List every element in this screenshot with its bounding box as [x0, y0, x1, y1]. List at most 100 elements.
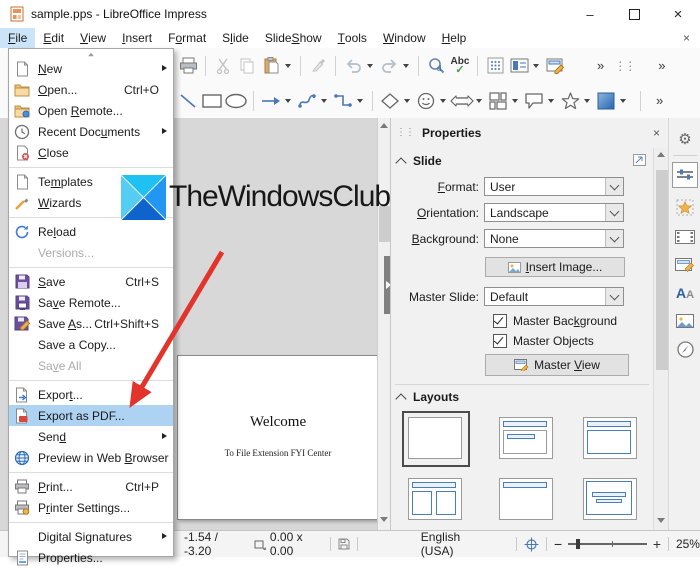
fit-slide-icon[interactable]	[524, 537, 539, 552]
save-status-icon[interactable]	[338, 538, 350, 550]
lines-arrows-dropdown-icon[interactable]	[285, 98, 291, 103]
master-objects-checkbox[interactable]: Master Objects	[487, 334, 594, 348]
close-document-icon[interactable]: ×	[673, 28, 700, 48]
menu-slide[interactable]: Sl ide	[214, 28, 257, 48]
stars-banners-dropdown-icon[interactable]	[584, 98, 590, 103]
symbol-shapes-dropdown-icon[interactable]	[440, 98, 446, 103]
scroll-up-icon[interactable]	[657, 152, 665, 160]
menu-format[interactable]: Fo rmat	[160, 28, 214, 48]
menu-item-open[interactable]: Open... Ctrl+O	[9, 79, 173, 100]
minimize-button[interactable]: –	[568, 0, 612, 28]
curve-dropdown-icon[interactable]	[321, 98, 327, 103]
toolbar2-overflow-icon[interactable]: »	[654, 58, 669, 73]
paste-dropdown-icon[interactable]	[285, 63, 291, 68]
tab-animation[interactable]	[669, 224, 700, 250]
layout-centered-text[interactable]	[583, 478, 637, 520]
layout-two-content[interactable]	[408, 478, 462, 520]
toolbar-overflow-icon[interactable]: »	[593, 58, 608, 73]
zoom-out-button[interactable]: −	[554, 536, 562, 552]
language-selector[interactable]: English (USA)	[421, 530, 488, 558]
master-slide-icon[interactable]	[543, 53, 567, 79]
connector-dropdown-icon[interactable]	[357, 98, 363, 103]
scrollbar-thumb[interactable]	[656, 170, 668, 370]
tab-slide-transition[interactable]	[669, 194, 700, 220]
menu-item-reload[interactable]: Reload	[9, 221, 173, 242]
zoom-in-button[interactable]: +	[653, 536, 661, 552]
menu-insert[interactable]: Insert	[114, 28, 160, 48]
menu-item-recent-documents[interactable]: Recent Documents	[9, 121, 173, 142]
chevron-down-icon[interactable]	[605, 230, 623, 247]
menu-item-print[interactable]: Print... Ctrl+P	[9, 476, 173, 497]
background-dropdown[interactable]: None	[484, 229, 624, 248]
menu-window[interactable]: Window	[375, 28, 434, 48]
close-button[interactable]: ×	[656, 0, 700, 28]
3d-objects-icon[interactable]	[594, 88, 618, 114]
block-arrows-dropdown-icon[interactable]	[476, 98, 482, 103]
rectangle-icon[interactable]	[200, 88, 224, 114]
menu-item-send[interactable]: Send	[9, 426, 173, 447]
menu-item-close[interactable]: Close	[9, 142, 173, 163]
master-background-checkbox[interactable]: Master Background	[487, 314, 617, 328]
menu-item-save-as[interactable]: Save As... Ctrl+Shift+S	[9, 313, 173, 334]
zoom-slider-thumb[interactable]	[576, 539, 581, 549]
layout-blank[interactable]	[408, 417, 462, 459]
ellipse-icon[interactable]	[224, 88, 248, 114]
menu-edit[interactable]: Edit	[35, 28, 72, 48]
symbol-shapes-icon[interactable]	[414, 88, 438, 114]
callout-shapes-dropdown-icon[interactable]	[548, 98, 554, 103]
basic-shapes-icon[interactable]	[378, 88, 402, 114]
tab-styles[interactable]: AA	[669, 280, 700, 306]
menu-item-save-a-copy[interactable]: Save a Copy...	[9, 334, 173, 355]
insert-line-icon[interactable]	[176, 88, 200, 114]
menu-item-open-remote[interactable]: Open Remote...	[9, 100, 173, 121]
tab-gallery[interactable]	[669, 308, 700, 334]
master-view-button[interactable]: Master View	[485, 354, 629, 376]
layouts-section-header[interactable]: Layouts	[395, 390, 459, 405]
layout-title-content[interactable]	[499, 417, 553, 459]
tab-navigator[interactable]	[669, 336, 700, 362]
scroll-up-icon[interactable]	[380, 123, 388, 131]
master-slide-dropdown[interactable]: Default	[484, 287, 624, 306]
more-options-icon[interactable]	[633, 154, 646, 166]
menu-item-export-as-pdf[interactable]: Export as PDF...	[9, 405, 173, 426]
slide-section-header[interactable]: Slide	[395, 154, 442, 169]
menu-view[interactable]: View	[72, 28, 114, 48]
scroll-down-icon[interactable]	[380, 517, 388, 525]
print-icon[interactable]	[176, 53, 200, 79]
callout-shapes-icon[interactable]	[522, 88, 546, 114]
toolbar-grip-icon[interactable]: ⋮⋮	[614, 59, 636, 73]
stars-banners-icon[interactable]	[558, 88, 582, 114]
layout-title-only[interactable]	[499, 478, 553, 520]
find-replace-icon[interactable]: d	[424, 53, 448, 79]
format-dropdown[interactable]: User	[484, 177, 624, 196]
maximize-button[interactable]	[612, 0, 656, 28]
slide-canvas[interactable]: Welcome To File Extension FYI Center	[177, 355, 379, 520]
display-views-icon[interactable]	[507, 53, 531, 79]
menu-item-save-remote[interactable]: Save Remote...	[9, 292, 173, 313]
connector-icon[interactable]	[331, 88, 355, 114]
panel-close-icon[interactable]: ×	[653, 126, 660, 140]
menu-slide-show[interactable]: Slide Show	[257, 28, 330, 48]
tab-properties[interactable]	[672, 162, 698, 188]
zoom-slider[interactable]	[568, 539, 647, 549]
3d-objects-dropdown-icon[interactable]	[620, 98, 626, 103]
chevron-down-icon[interactable]	[605, 204, 623, 221]
insert-image-button[interactable]: Insert Image...	[485, 257, 625, 277]
zoom-level[interactable]: 25%	[676, 537, 700, 551]
menu-help[interactable]: Help	[434, 28, 475, 48]
orientation-dropdown[interactable]: Landscape	[484, 203, 624, 222]
chevron-down-icon[interactable]	[605, 178, 623, 195]
display-views-dropdown-icon[interactable]	[533, 63, 539, 68]
menu-tools[interactable]: Tools	[330, 28, 375, 48]
menu-item-properties[interactable]: Properties...	[9, 547, 173, 568]
chevron-down-icon[interactable]	[605, 288, 623, 305]
tab-master-slides[interactable]	[669, 252, 700, 278]
menu-item-printer-settings[interactable]: Printer Settings...	[9, 497, 173, 518]
layout-title-content-2[interactable]	[583, 417, 637, 459]
menu-item-export[interactable]: Export...	[9, 384, 173, 405]
drawing-overflow-icon[interactable]: »	[652, 93, 667, 108]
menu-item-preview-web-browser[interactable]: Preview in Web Browser	[9, 447, 173, 468]
basic-shapes-dropdown-icon[interactable]	[404, 98, 410, 103]
lines-arrows-icon[interactable]	[259, 88, 283, 114]
flowchart-dropdown-icon[interactable]	[512, 98, 518, 103]
